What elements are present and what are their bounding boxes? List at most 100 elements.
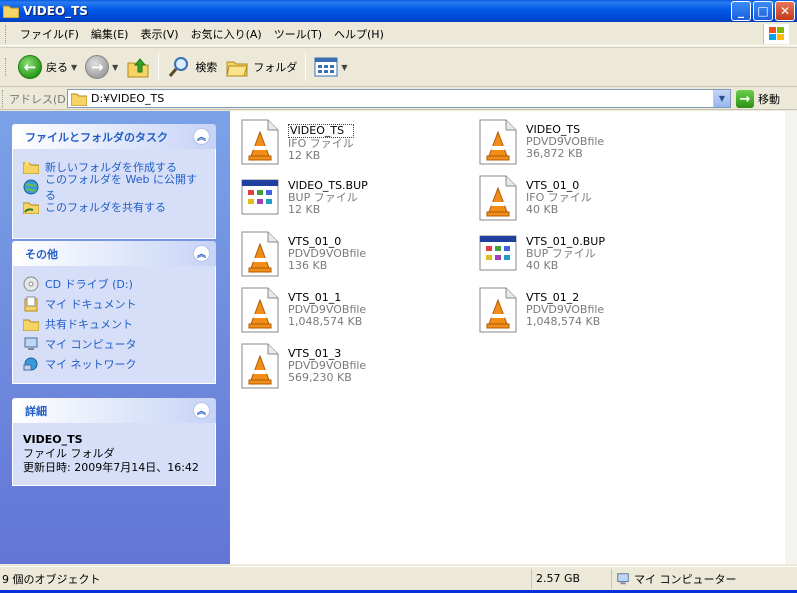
go-arrow-icon: → [736,90,754,108]
file-folder-tasks-panel: ファイルとフォルダのタスク ︽ 新しいフォルダを作成する このフォルダを Web… [12,124,216,239]
panel-header[interactable]: その他 ︽ [12,241,216,266]
menu-bar: ファイル(F) 編集(E) 表示(V) お気に入り(A) ツール(T) ヘルプ(… [0,22,797,46]
title-bar[interactable]: VIDEO_TS _ □ ✕ [0,0,797,22]
menu-edit[interactable]: 編集(E) [85,26,135,42]
toolbar-separator [305,53,307,81]
file-size: 12 KB [288,149,321,162]
menu-file[interactable]: ファイル(F) [14,26,85,42]
vlc-cone-icon [240,342,280,390]
forward-arrow-icon: → [85,55,110,79]
generic-window-icon [478,230,518,278]
up-folder-icon [127,58,149,78]
chevron-down-icon[interactable]: ▼ [341,63,347,72]
address-value: D:¥VIDEO_TS [91,92,165,105]
status-bar: 9 個のオブジェクト 2.57 GB マイ コンピューター [0,566,797,590]
new-folder-icon [23,159,39,175]
place-my-network[interactable]: マイ ネットワーク [23,354,205,374]
search-icon [169,57,189,77]
menu-favorites[interactable]: お気に入り(A) [185,26,268,42]
file-size: 1,048,574 KB [526,315,601,328]
file-size: 36,872 KB [526,147,583,160]
menu-help[interactable]: ヘルプ(H) [328,26,390,42]
search-label: 検索 [195,61,218,74]
file-size: 40 KB [526,259,559,272]
views-button[interactable]: ▼ [310,51,351,83]
chevron-down-icon[interactable]: ▼ [112,63,118,72]
detail-modified: 更新日時: 2009年7月14日、16:42 [23,461,199,474]
vertical-scrollbar[interactable] [785,111,797,564]
address-input[interactable]: D:¥VIDEO_TS ▼ [67,89,731,108]
place-label: 共有ドキュメント [45,318,133,331]
vlc-cone-icon [478,118,518,166]
collapse-chevron-icon[interactable]: ︽ [193,245,210,262]
documents-icon [23,296,39,312]
other-places-panel: その他 ︽ CD ドライブ (D:) マイ ドキュメント 共有ドキュメント マイ… [12,241,216,384]
search-button[interactable]: 検索 [163,51,221,83]
place-my-computer[interactable]: マイ コンピュータ [23,334,205,354]
standard-toolbar: ← 戻る ▼ → ▼ 検索 フォルダ ▼ [0,47,797,87]
folders-button[interactable]: フォルダ [221,51,301,83]
minimize-button[interactable]: _ [731,1,751,21]
place-my-documents[interactable]: マイ ドキュメント [23,294,205,314]
panel-title: ファイルとフォルダのタスク [25,130,168,144]
up-folder-button[interactable] [122,51,154,83]
file-item[interactable]: VTS_01_3 PDVD9VOBfile 569,230 KB [240,342,460,392]
file-item[interactable]: VTS_01_0 PDVD9VOBfile 136 KB [240,230,460,280]
panel-header[interactable]: 詳細 ︽ [12,398,216,423]
address-bar: アドレス(D) D:¥VIDEO_TS ▼ → 移動 [0,88,797,110]
file-item[interactable]: VTS_01_0.BUP BUP ファイル 40 KB [478,230,698,280]
status-size: 2.57 GB [532,568,612,589]
back-arrow-icon: ← [18,55,42,79]
back-button[interactable]: ← 戻る ▼ [14,51,81,83]
file-item[interactable]: VTS_01_1 PDVD9VOBfile 1,048,574 KB [240,286,460,336]
file-item[interactable]: VIDEO_TS PDVD9VOBfile 36,872 KB [478,118,698,168]
menu-tools[interactable]: ツール(T) [268,26,328,42]
task-publish-web[interactable]: このフォルダを Web に公開する [23,173,205,202]
panel-title: 詳細 [25,404,47,418]
place-label: CD ドライブ (D:) [45,278,133,291]
address-dropdown-button[interactable]: ▼ [713,90,730,107]
file-item[interactable]: VIDEO_TS.BUP BUP ファイル 12 KB [240,174,460,224]
folder-icon [3,5,19,18]
forward-button[interactable]: → ▼ [81,51,122,83]
vlc-cone-icon [240,118,280,166]
file-list-view[interactable]: VIDEO_TS IFO ファイル 12 KB VIDEO_TS PDVD9VO… [230,111,785,564]
panel-header[interactable]: ファイルとフォルダのタスク ︽ [12,124,216,149]
file-name: VIDEO_TS [288,124,354,138]
file-size: 136 KB [288,259,328,272]
toolbar-grip[interactable] [2,89,5,108]
close-button[interactable]: ✕ [775,1,795,21]
file-size: 569,230 KB [288,371,352,384]
toolbar-grip[interactable] [5,24,8,43]
place-label: マイ ネットワーク [45,358,137,371]
vlc-cone-icon [240,230,280,278]
file-item[interactable]: VTS_01_0 IFO ファイル 40 KB [478,174,698,224]
computer-icon [23,336,39,352]
network-icon [23,356,39,372]
collapse-chevron-icon[interactable]: ︽ [193,402,210,419]
status-object-count: 9 個のオブジェクト [0,568,532,589]
vlc-cone-icon [240,286,280,334]
go-button[interactable]: → 移動 [736,90,780,108]
maximize-button[interactable]: □ [753,1,773,21]
chevron-down-icon[interactable]: ▼ [71,63,77,72]
go-label: 移動 [758,93,780,106]
vlc-cone-icon [478,174,518,222]
file-item[interactable]: VIDEO_TS IFO ファイル 12 KB [240,118,460,168]
generic-window-icon [240,174,280,222]
file-item[interactable]: VTS_01_2 PDVD9VOBfile 1,048,574 KB [478,286,698,336]
total-size: 2.57 GB [536,572,581,585]
toolbar-grip[interactable] [5,58,8,76]
location-label: マイ コンピューター [634,572,737,586]
detail-name: VIDEO_TS [23,433,83,446]
cd-drive-icon [23,276,39,292]
folders-label: フォルダ [253,61,298,74]
back-label: 戻る [46,61,68,74]
object-count: 9 個のオブジェクト [2,572,101,586]
place-cd-drive[interactable]: CD ドライブ (D:) [23,274,205,294]
window-title: VIDEO_TS [23,4,88,18]
place-shared-documents[interactable]: 共有ドキュメント [23,314,205,334]
task-label: このフォルダを共有する [45,201,166,214]
collapse-chevron-icon[interactable]: ︽ [193,128,210,145]
menu-view[interactable]: 表示(V) [134,26,184,42]
